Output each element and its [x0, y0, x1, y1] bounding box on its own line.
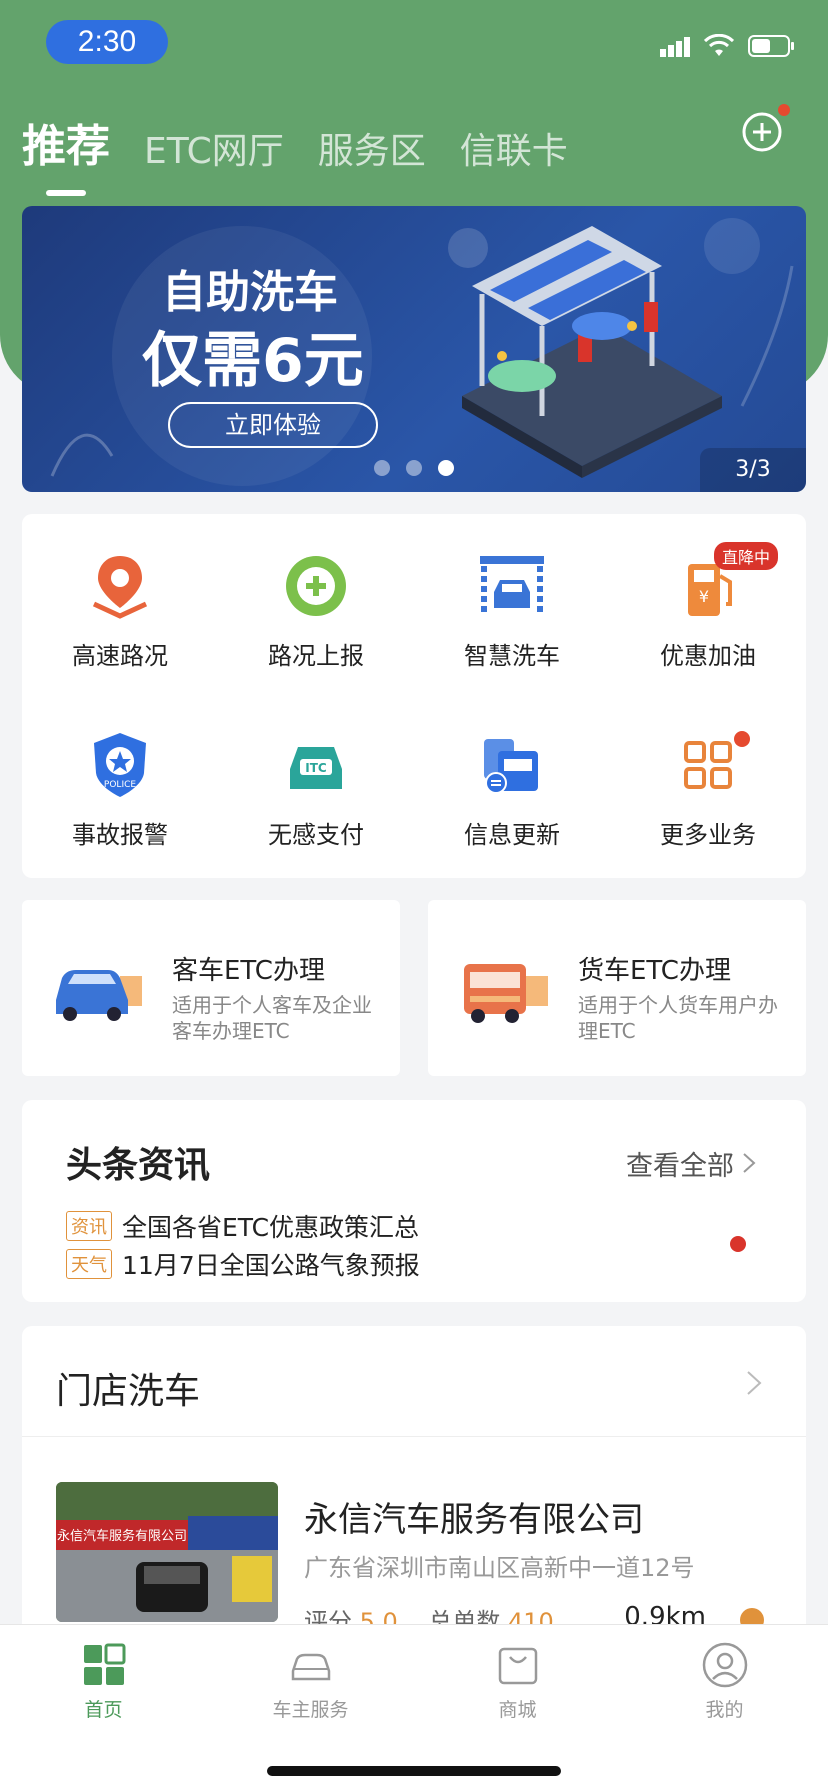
news-title: 头条资讯 — [66, 1145, 211, 1186]
police-badge-icon: POLICE — [94, 733, 146, 797]
service-label: 高速路况 — [72, 642, 168, 670]
promo-banner[interactable]: 自助洗车 仅需6元 立即体验 3/3 — [22, 206, 806, 492]
status-icons — [660, 34, 796, 58]
store-photo-illustration: 永信汽车服务有限公司 — [56, 1482, 278, 1622]
chevron-right-icon[interactable] — [746, 1370, 762, 1396]
svg-text:ITC: ITC — [305, 761, 327, 775]
truck-etc-card[interactable]: 货车ETC办理 适用于个人货车用户办理ETC — [428, 900, 806, 1076]
banner-page-indicator: 3/3 — [700, 448, 806, 492]
nav-mine[interactable]: 我的 — [621, 1641, 828, 1722]
tab-credit-card[interactable]: 信联卡 — [460, 122, 568, 174]
shopping-bag-icon — [498, 1647, 537, 1685]
news-unread-dot — [730, 1236, 746, 1252]
banner-price: 仅需6元 — [142, 326, 364, 396]
service-label: 事故报警 — [72, 821, 168, 849]
service-seamless-pay[interactable]: ITC 无感支付 — [218, 729, 414, 850]
service-label: 更多业务 — [660, 821, 756, 849]
banner-title: 自助洗车 — [162, 267, 338, 318]
plus-circle-icon — [286, 556, 346, 616]
truck-etc-desc: 适用于个人货车用户办理ETC — [578, 993, 778, 1043]
nav-mall[interactable]: 商城 — [414, 1641, 621, 1722]
signal-icon — [660, 37, 690, 57]
store-name[interactable]: 永信汽车服务有限公司 — [304, 1492, 644, 1541]
store-wash-card: 门店洗车 永信汽车服务有限公司 永信汽车服务有限公司 广东省深圳市南山区高新中一… — [22, 1326, 806, 1636]
carousel-dots — [374, 460, 454, 476]
car-wash-icon — [480, 556, 544, 614]
tab-recommend[interactable]: 推荐 — [22, 110, 110, 196]
headline-news-card: 头条资讯 查看全部 资讯 全国各省ETC优惠政策汇总 天气 11月7日全国公路气… — [22, 1100, 806, 1302]
car-etc-card[interactable]: 客车ETC办理 适用于个人客车及企业客车办理ETC — [22, 900, 400, 1076]
car-outline-icon — [291, 1653, 330, 1681]
discount-badge: 直降中 — [713, 542, 778, 570]
home-grid-icon — [83, 1643, 125, 1685]
carousel-dot — [406, 460, 422, 476]
view-all-link[interactable]: 查看全部 — [626, 1144, 734, 1183]
car-etc-title: 客车ETC办理 — [172, 956, 325, 986]
truck-icon — [464, 964, 548, 1023]
store-section-title: 门店洗车 — [56, 1371, 201, 1412]
service-report-road[interactable]: 路况上报 — [218, 550, 414, 671]
map-pin-icon — [92, 556, 148, 619]
service-label: 优惠加油 — [660, 642, 756, 670]
service-label: 无感支付 — [268, 821, 364, 849]
nav-label: 首页 — [84, 1699, 123, 1721]
nav-label: 车主服务 — [272, 1699, 349, 1721]
service-label: 路况上报 — [268, 642, 364, 670]
service-label: 信息更新 — [464, 821, 560, 849]
nav-label: 我的 — [705, 1699, 744, 1721]
store-address: 广东省深圳市南山区高新中一道12号 — [304, 1554, 695, 1582]
battery-icon — [748, 35, 794, 57]
service-label: 智慧洗车 — [464, 642, 560, 670]
service-smart-wash[interactable]: 智慧洗车 — [414, 550, 610, 671]
store-photo[interactable]: 永信汽车服务有限公司 — [56, 1482, 278, 1622]
car-etc-desc: 适用于个人客车及企业客车办理ETC — [172, 993, 372, 1043]
chevron-right-icon[interactable] — [742, 1152, 756, 1174]
news-text: 11月7日全国公路气象预报 — [122, 1251, 420, 1280]
tab-service-area[interactable]: 服务区 — [318, 122, 426, 174]
services-grid: 高速路况 路况上报 智慧洗车 直降中 ¥ 优惠加油 POLICE 事故报警 IT… — [22, 542, 806, 850]
store-sign-text: 永信汽车服务有限公司 — [57, 1528, 187, 1544]
divider — [22, 1436, 806, 1437]
user-profile-icon — [702, 1642, 747, 1688]
news-item[interactable]: 资讯 全国各省ETC优惠政策汇总 — [66, 1208, 419, 1244]
service-more[interactable]: 更多业务 — [610, 729, 806, 850]
service-fuel-discount[interactable]: 直降中 ¥ 优惠加油 — [610, 542, 806, 671]
service-info-update[interactable]: 信息更新 — [414, 729, 610, 850]
news-item[interactable]: 天气 11月7日全国公路气象预报 — [66, 1246, 420, 1282]
news-text: 全国各省ETC优惠政策汇总 — [122, 1213, 420, 1242]
banner-decoration — [50, 218, 794, 486]
news-tag: 资讯 — [66, 1211, 112, 1241]
news-tag: 天气 — [66, 1249, 112, 1279]
info-update-icon — [484, 739, 538, 794]
nav-owner-service[interactable]: 车主服务 — [207, 1641, 414, 1722]
svg-text:¥: ¥ — [699, 587, 709, 606]
itc-car-icon: ITC — [290, 747, 342, 789]
tab-etc-hall[interactable]: ETC网厅 — [144, 122, 284, 174]
carousel-dot — [374, 460, 390, 476]
car-icon — [56, 970, 142, 1021]
nav-home[interactable]: 首页 — [0, 1641, 207, 1722]
status-time: 2:30 — [46, 20, 168, 64]
notification-dot — [734, 731, 750, 747]
add-circle-icon[interactable] — [742, 112, 782, 152]
nav-label: 商城 — [498, 1699, 537, 1721]
home-indicator — [267, 1766, 561, 1776]
try-now-button[interactable]: 立即体验 — [168, 402, 378, 448]
wifi-icon — [704, 34, 734, 56]
truck-etc-title: 货车ETC办理 — [578, 956, 731, 986]
service-highway-status[interactable]: 高速路况 — [22, 550, 218, 671]
service-accident-report[interactable]: POLICE 事故报警 — [22, 729, 218, 850]
top-tabs: 推荐 ETC网厅 服务区 信联卡 — [22, 110, 568, 196]
svg-text:POLICE: POLICE — [104, 780, 136, 790]
services-grid-card: 高速路况 路况上报 智慧洗车 直降中 ¥ 优惠加油 POLICE 事故报警 IT… — [22, 514, 806, 878]
view-all-label: 查看全部 — [626, 1151, 734, 1182]
notification-dot — [778, 104, 790, 116]
carousel-dot-active — [438, 460, 454, 476]
